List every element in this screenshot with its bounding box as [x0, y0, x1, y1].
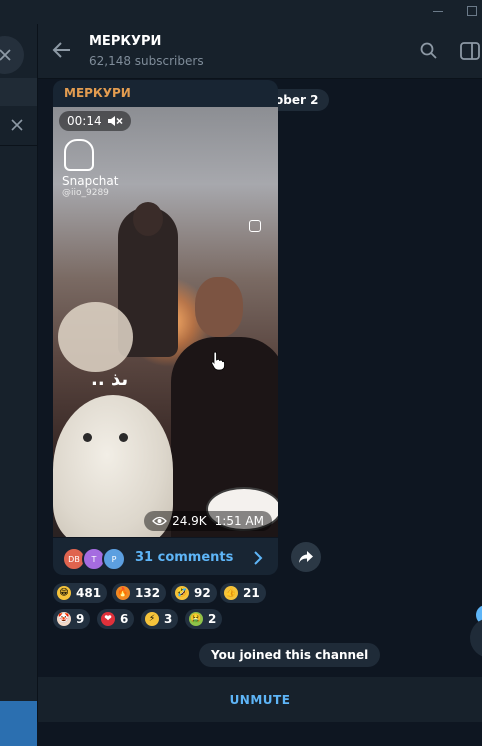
comments-label: 31 comments	[135, 550, 234, 565]
chat-list-item[interactable]	[0, 78, 37, 106]
post-time: 1:51 AM	[214, 514, 264, 528]
instagram-icon	[249, 220, 261, 232]
snapchat-ghost-icon	[64, 139, 94, 171]
window-titlebar	[0, 0, 482, 24]
clown-face-icon: 🤡	[57, 612, 71, 626]
divider	[0, 145, 37, 146]
cat-eye	[119, 433, 128, 442]
search-icon[interactable]	[420, 42, 438, 64]
video-duration-badge[interactable]: 00:14	[59, 111, 131, 131]
channel-post: МЕРКУРИ Snapchat @iio_9289 .. ںذ 00:14 2…	[53, 80, 278, 575]
fire-icon: 🔥	[116, 586, 130, 600]
reaction-chip[interactable]: ❤ 6	[97, 609, 135, 629]
video-frame-cat-ghost	[58, 302, 133, 372]
side-panel-icon[interactable]	[460, 42, 480, 64]
watermark-user: @iio_9289	[62, 188, 109, 198]
video-overlay-text: .. ںذ	[91, 369, 129, 390]
rofl-face-icon: 🤣	[175, 586, 189, 600]
scroll-down-button[interactable]	[470, 618, 482, 658]
close-icon[interactable]	[8, 116, 26, 134]
grinning-face-icon: 😁	[57, 586, 71, 600]
reaction-chip[interactable]: 👍 21	[220, 583, 266, 603]
subscriber-count: 62,148 subscribers	[89, 54, 204, 68]
muted-speaker-icon[interactable]	[107, 115, 123, 127]
reaction-chip[interactable]: 😁 481	[53, 583, 108, 603]
minimize-icon[interactable]	[433, 11, 443, 12]
chevron-right-icon	[253, 550, 263, 569]
comments-button[interactable]: DB T P 31 comments	[53, 537, 278, 575]
video-frame-drummer-head	[195, 277, 243, 337]
thumbs-up-icon: 👍	[224, 586, 238, 600]
reaction-count: 3	[164, 612, 173, 626]
share-arrow-icon	[298, 550, 314, 564]
reaction-count: 92	[194, 586, 211, 600]
reaction-count: 2	[208, 612, 217, 626]
lightning-icon: ⚡	[145, 612, 159, 626]
video-duration: 00:14	[67, 114, 102, 128]
view-count: 24.9K	[172, 514, 207, 528]
comment-avatar: P	[102, 547, 126, 571]
reaction-chip[interactable]: 🔥 132	[112, 583, 167, 603]
video-player[interactable]: Snapchat @iio_9289 .. ںذ 00:14 24.9K 1:5…	[53, 107, 278, 537]
maximize-icon[interactable]	[467, 6, 477, 16]
eye-icon	[152, 516, 167, 526]
reaction-count: 6	[120, 612, 129, 626]
nauseated-face-icon: 🤮	[189, 612, 203, 626]
video-frame-person-head	[133, 202, 163, 236]
red-heart-icon: ❤	[101, 612, 115, 626]
reaction-count: 132	[135, 586, 161, 600]
channel-title[interactable]: МЕРКУРИ	[89, 34, 161, 49]
reaction-chip[interactable]: ⚡ 3	[141, 609, 179, 629]
reaction-chip[interactable]: 🤡 9	[53, 609, 91, 629]
snapchat-watermark: Snapchat @iio_9289	[62, 139, 122, 198]
left-bottom-button[interactable]	[0, 701, 37, 746]
service-message: You joined this channel	[199, 643, 381, 667]
reaction-count: 9	[76, 612, 85, 626]
watermark-app: Snapchat	[62, 174, 119, 188]
left-panel	[0, 24, 38, 746]
back-arrow-icon[interactable]	[52, 41, 72, 63]
unmute-button[interactable]: UNMUTE	[38, 677, 482, 722]
hand-cursor-icon	[211, 351, 225, 375]
reaction-chip[interactable]: 🤮 2	[185, 609, 223, 629]
reaction-count: 481	[76, 586, 102, 600]
close-icon[interactable]	[0, 36, 24, 74]
cat-eye	[83, 433, 92, 442]
reaction-chip[interactable]: 🤣 92	[171, 583, 217, 603]
chat-header: МЕРКУРИ 62,148 subscribers	[38, 24, 482, 79]
video-meta-badge: 24.9K 1:51 AM	[144, 511, 272, 531]
forward-button[interactable]	[291, 542, 321, 572]
post-author[interactable]: МЕРКУРИ	[64, 86, 131, 100]
reaction-count: 21	[243, 586, 260, 600]
